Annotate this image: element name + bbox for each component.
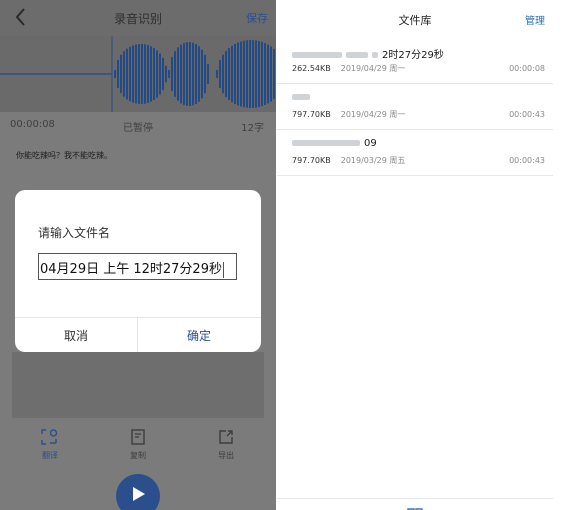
copy-label: 复制 xyxy=(130,451,146,460)
translate-icon xyxy=(41,429,58,445)
file-date: 2019/03/29 周五 xyxy=(340,156,406,165)
waveform xyxy=(0,36,276,112)
rename-dialog: 请输入文件名 04月29日 上午 12时27分29秒 取消 确定 xyxy=(15,190,261,352)
recording-screen: 录音识别 保存 00:00:08 已暂停 12字 你能吃辣吗？我不能吃辣。 翻译… xyxy=(0,0,276,510)
file-name xyxy=(292,92,314,103)
file-meta: 797.70KB 2019/03/29 周五 xyxy=(292,155,405,166)
export-icon xyxy=(219,430,233,444)
file-date: 2019/04/29 周一 xyxy=(340,110,406,119)
file-list: 2时27分29秒 262.54KB 2019/04/29 周一 00:00:08 … xyxy=(277,38,553,176)
save-button[interactable]: 保存 xyxy=(246,10,268,26)
translate-button[interactable]: 翻译 xyxy=(20,428,80,461)
file-duration: 00:00:08 xyxy=(509,64,545,73)
text-cursor xyxy=(222,261,224,278)
file-name: 2时27分29秒 xyxy=(292,46,444,61)
play-button[interactable] xyxy=(116,474,160,510)
top-bar: 录音识别 保存 xyxy=(0,0,276,36)
list-item[interactable]: 2时27分29秒 262.54KB 2019/04/29 周一 00:00:08 xyxy=(277,38,553,84)
library-icon[interactable] xyxy=(407,502,423,510)
file-name-visible: 2时27分29秒 xyxy=(382,50,444,61)
file-size: 262.54KB xyxy=(292,64,331,73)
state-label: 已暂停 xyxy=(123,123,153,134)
list-item[interactable]: 09 797.70KB 2019/03/29 周五 00:00:43 xyxy=(277,130,553,176)
blurred-text xyxy=(292,94,310,100)
file-duration: 00:00:43 xyxy=(509,156,545,165)
top-bar: 文件库 管理 xyxy=(277,0,553,36)
bottom-nav xyxy=(277,498,553,510)
file-date: 2019/04/29 周一 xyxy=(340,64,406,73)
play-icon xyxy=(133,487,145,501)
blurred-text xyxy=(292,52,342,58)
blurred-text xyxy=(346,52,368,58)
filename-input[interactable]: 04月29日 上午 12时27分29秒 xyxy=(38,253,237,280)
file-size: 797.70KB xyxy=(292,156,331,165)
file-size: 797.70KB xyxy=(292,110,331,119)
file-duration: 00:00:43 xyxy=(509,110,545,119)
record-icon[interactable] xyxy=(317,503,329,510)
file-meta: 797.70KB 2019/04/29 周一 xyxy=(292,109,405,120)
char-count: 12字 xyxy=(241,123,264,134)
page-title: 文件库 xyxy=(398,14,432,27)
page-title: 录音识别 xyxy=(113,12,162,26)
edge-strip xyxy=(553,0,569,510)
profile-icon[interactable] xyxy=(499,503,511,510)
file-library-screen: 文件库 管理 2时27分29秒 262.54KB 2019/04/29 周一 00… xyxy=(277,0,553,510)
bottom-toolbar: 翻译 复制 导出 xyxy=(0,422,276,470)
file-meta: 262.54KB 2019/04/29 周一 xyxy=(292,63,405,74)
translate-label: 翻译 xyxy=(42,451,58,460)
blurred-text xyxy=(292,140,360,146)
blurred-text xyxy=(372,52,378,58)
dialog-title: 请输入文件名 xyxy=(38,226,111,240)
manage-button[interactable]: 管理 xyxy=(525,12,545,27)
file-name: 09 xyxy=(292,138,377,149)
transcript-text: 你能吃辣吗？我不能吃辣。 xyxy=(16,151,112,160)
export-button[interactable]: 导出 xyxy=(196,428,256,461)
export-label: 导出 xyxy=(218,451,234,460)
copy-icon xyxy=(131,429,145,445)
confirm-button[interactable]: 确定 xyxy=(138,317,260,352)
filename-value: 04月29日 上午 12时27分29秒 xyxy=(40,262,222,277)
text-area xyxy=(12,352,264,418)
status-row: 00:00:08 已暂停 12字 xyxy=(0,116,276,134)
list-item[interactable]: 797.70KB 2019/04/29 周一 00:00:43 xyxy=(277,84,553,130)
cancel-button[interactable]: 取消 xyxy=(15,317,137,352)
copy-button[interactable]: 复制 xyxy=(108,428,168,461)
file-name-visible: 09 xyxy=(364,138,377,149)
